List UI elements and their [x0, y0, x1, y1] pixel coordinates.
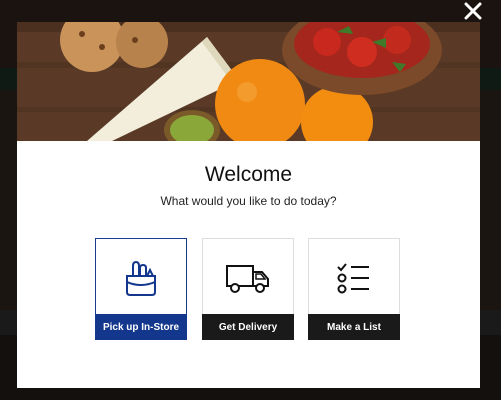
delivery-truck-icon [226, 264, 269, 293]
modal-title: Welcome [204, 163, 293, 186]
make-a-list-label: Make a List [308, 314, 400, 340]
modal-subtitle: What would you like to do today? [160, 194, 337, 208]
grocery-bag-icon [126, 260, 156, 296]
pickup-in-store-label: Pick up In-Store [95, 314, 187, 340]
get-delivery-option[interactable]: Get Delivery [202, 238, 294, 340]
pickup-in-store-option[interactable]: Pick up In-Store [95, 238, 187, 340]
checklist-icon [337, 262, 369, 293]
get-delivery-label: Get Delivery [202, 314, 294, 340]
close-icon [464, 2, 482, 20]
close-button[interactable] [458, 0, 488, 22]
food-banner-image [17, 22, 480, 141]
make-a-list-option[interactable]: Make a List [308, 238, 400, 340]
welcome-modal: Welcome What would you like to do today?… [17, 22, 480, 388]
